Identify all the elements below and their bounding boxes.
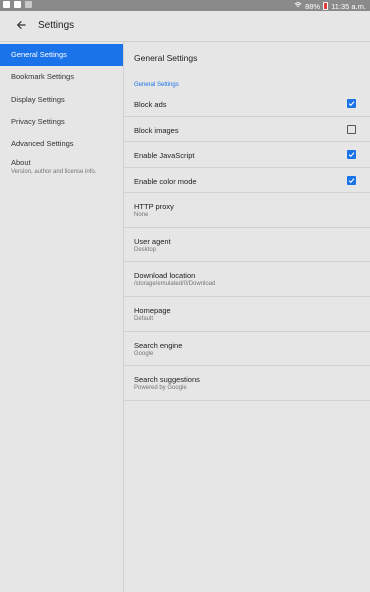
setting-value: Google bbox=[134, 351, 154, 357]
notification-icon bbox=[3, 1, 10, 8]
setting-enable-javascript[interactable]: Enable JavaScript bbox=[124, 142, 370, 168]
setting-label: Homepage bbox=[134, 306, 171, 315]
sidebar-item-privacy-settings[interactable]: Privacy Settings bbox=[0, 111, 123, 133]
enable-color-mode-checkbox[interactable] bbox=[347, 176, 356, 185]
sidebar-item-display-settings[interactable]: Display Settings bbox=[0, 89, 123, 111]
setting-user-agent[interactable]: User agent Desktop bbox=[124, 228, 370, 262]
enable-javascript-checkbox[interactable] bbox=[347, 150, 356, 159]
setting-value: /storage/emulated/0/Download bbox=[134, 281, 216, 287]
sidebar-item-bookmark-settings[interactable]: Bookmark Settings bbox=[0, 66, 123, 88]
setting-search-engine[interactable]: Search engine Google bbox=[124, 332, 370, 366]
block-images-checkbox[interactable] bbox=[347, 125, 356, 134]
sidebar-item-label: About bbox=[11, 158, 31, 167]
setting-label: HTTP proxy bbox=[134, 202, 174, 211]
sidebar-item-summary: Version, author and license info. bbox=[11, 169, 97, 175]
sidebar-item-label: General Settings bbox=[11, 50, 67, 59]
setting-search-suggestions[interactable]: Search suggestions Powered by Google bbox=[124, 366, 370, 401]
checkmark-icon bbox=[348, 152, 355, 158]
setting-block-ads[interactable]: Block ads bbox=[124, 92, 370, 117]
app-notification-icon bbox=[25, 1, 32, 8]
setting-label: Search engine bbox=[134, 341, 183, 350]
setting-label: User agent bbox=[134, 237, 171, 246]
sidebar-item-advanced-settings[interactable]: Advanced Settings bbox=[0, 133, 123, 155]
setting-http-proxy[interactable]: HTTP proxy None bbox=[124, 193, 370, 228]
setting-value: Default bbox=[134, 316, 154, 322]
setting-label: Search suggestions bbox=[134, 375, 200, 384]
clock: 11:35 a.m. bbox=[331, 1, 366, 11]
settings-sidebar: General Settings Bookmark Settings Displ… bbox=[0, 42, 124, 592]
back-button[interactable] bbox=[12, 17, 30, 35]
wifi-icon bbox=[294, 1, 302, 11]
page-title: Settings bbox=[38, 20, 75, 31]
setting-homepage[interactable]: Homepage Default bbox=[124, 297, 370, 332]
sidebar-item-general-settings[interactable]: General Settings bbox=[0, 44, 123, 66]
checkmark-icon bbox=[348, 178, 355, 184]
checkmark-icon bbox=[348, 101, 355, 107]
content-title: General Settings bbox=[134, 53, 198, 63]
block-ads-checkbox[interactable] bbox=[347, 99, 356, 108]
sidebar-item-about[interactable]: About Version, author and license info. bbox=[0, 156, 123, 186]
setting-block-images[interactable]: Block images bbox=[124, 117, 370, 142]
setting-label: Block images bbox=[134, 126, 179, 135]
arrow-back-icon bbox=[16, 17, 26, 35]
sidebar-item-label: Advanced Settings bbox=[11, 139, 74, 148]
setting-download-location[interactable]: Download location /storage/emulated/0/Do… bbox=[124, 262, 370, 297]
sidebar-item-label: Bookmark Settings bbox=[11, 72, 74, 81]
setting-enable-color-mode[interactable]: Enable color mode bbox=[124, 168, 370, 193]
status-bar: 88% 11:35 a.m. bbox=[0, 0, 370, 11]
battery-icon bbox=[323, 2, 329, 10]
setting-label: Enable color mode bbox=[134, 177, 197, 186]
setting-value: Powered by Google bbox=[134, 385, 187, 391]
setting-label: Enable JavaScript bbox=[134, 151, 195, 160]
gallery-icon bbox=[14, 1, 21, 8]
setting-label: Block ads bbox=[134, 100, 167, 109]
section-header: General Settings bbox=[134, 82, 179, 88]
sidebar-item-label: Privacy Settings bbox=[11, 117, 65, 126]
sidebar-item-label: Display Settings bbox=[11, 95, 65, 104]
setting-value: Desktop bbox=[134, 247, 157, 253]
setting-value: None bbox=[134, 212, 149, 218]
settings-content: General Settings General Settings Block … bbox=[124, 42, 370, 592]
toolbar: Settings bbox=[0, 11, 370, 42]
setting-label: Download location bbox=[134, 271, 196, 280]
battery-percent: 88% bbox=[305, 1, 321, 11]
